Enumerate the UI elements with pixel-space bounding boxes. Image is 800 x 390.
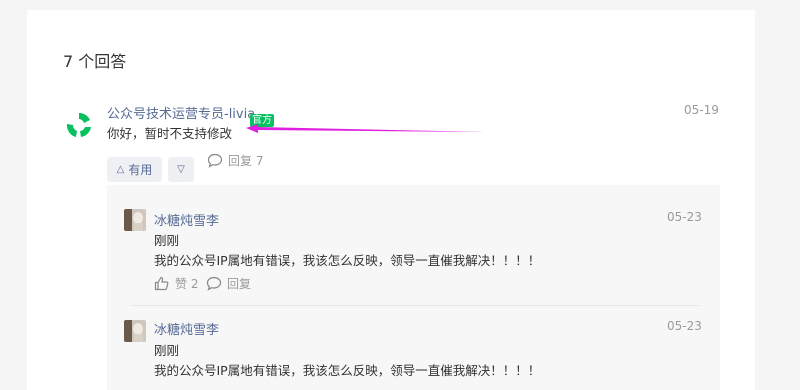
annotation-arrow <box>246 124 485 133</box>
